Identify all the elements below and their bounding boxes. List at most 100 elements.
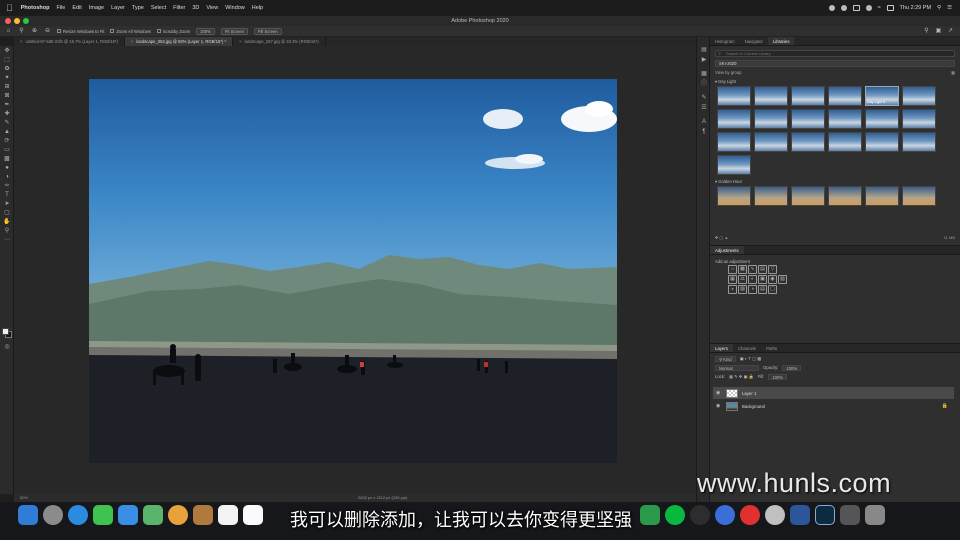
library-item[interactable]: [902, 109, 936, 129]
library-item[interactable]: [754, 86, 788, 106]
view-by-dropdown[interactable]: View by group: [715, 70, 741, 75]
library-select[interactable]: SKI-2020: [715, 60, 955, 67]
library-item[interactable]: [828, 86, 862, 106]
library-item[interactable]: [717, 132, 751, 152]
gradient-tool-icon[interactable]: ▩: [3, 156, 11, 163]
close-window-button[interactable]: [5, 18, 11, 24]
history-brush-tool-icon[interactable]: ⟳: [3, 138, 11, 145]
channel-mixer-icon[interactable]: ◉: [768, 275, 777, 284]
safari-icon[interactable]: [68, 505, 88, 525]
library-item[interactable]: [717, 109, 751, 129]
zoom-out-icon[interactable]: ⊖: [44, 28, 51, 35]
menu-type[interactable]: Type: [132, 5, 144, 11]
black-white-icon[interactable]: ◐: [748, 275, 757, 284]
library-item[interactable]: [865, 186, 899, 206]
zoom-all-checkbox[interactable]: Zoom All Windows: [110, 29, 151, 34]
word-icon[interactable]: [790, 505, 810, 525]
library-item[interactable]: [865, 109, 899, 129]
app-icon[interactable]: [765, 505, 785, 525]
search-icon[interactable]: ⚲: [923, 28, 930, 35]
library-item[interactable]: [754, 109, 788, 129]
zoom-100-button[interactable]: 100%: [196, 27, 215, 35]
eyedropper-tool-icon[interactable]: ✒: [3, 102, 11, 109]
menu-layer[interactable]: Layer: [111, 5, 125, 11]
shape-tool-icon[interactable]: ▢: [3, 210, 11, 217]
fill-screen-button[interactable]: Fill Screen: [253, 27, 282, 35]
crop-tool-icon[interactable]: ⊞: [3, 84, 11, 91]
paragraph-icon[interactable]: ¶: [700, 129, 708, 136]
tab-histogram[interactable]: Histogram: [710, 37, 740, 45]
layer-row[interactable]: ◉ Layer 1: [713, 387, 954, 399]
opacity-input[interactable]: 100%: [782, 364, 802, 371]
browser-icon[interactable]: [715, 505, 735, 525]
brightness-contrast-icon[interactable]: ☼: [728, 265, 737, 274]
mail-icon[interactable]: [118, 505, 138, 525]
status-icon[interactable]: [840, 5, 847, 11]
eye-icon[interactable]: ◉: [716, 390, 722, 396]
actions-icon[interactable]: ▶: [700, 57, 708, 64]
app-icon[interactable]: [640, 505, 660, 525]
zoom-readout[interactable]: 50%: [20, 494, 28, 502]
tab-navigator[interactable]: Navigator: [740, 37, 768, 45]
library-item[interactable]: [791, 186, 825, 206]
selective-color-icon[interactable]: ▢: [768, 285, 777, 294]
search-icon[interactable]: ⚲: [937, 5, 941, 11]
layer-row[interactable]: ◉ Background 🔒: [713, 400, 954, 412]
layer-kind-filter[interactable]: ⚲ Kind: [715, 355, 736, 362]
history-icon[interactable]: ▤: [700, 47, 708, 54]
group-heading-1[interactable]: ▾ Day Light: [715, 79, 955, 84]
brushes-icon[interactable]: ✎: [700, 95, 708, 102]
blur-tool-icon[interactable]: ●: [3, 165, 11, 172]
eye-icon[interactable]: ◉: [716, 403, 722, 409]
finder-icon[interactable]: [18, 505, 38, 525]
healing-brush-tool-icon[interactable]: ✚: [3, 111, 11, 118]
library-item[interactable]: [791, 86, 825, 106]
lock-icons[interactable]: ▦ ✎ ✥ ▣ 🔒: [729, 374, 754, 380]
frame-tool-icon[interactable]: ⊠: [3, 93, 11, 100]
battery-icon[interactable]: [886, 5, 894, 11]
close-icon[interactable]: ×: [20, 39, 22, 44]
vibrance-icon[interactable]: ▽: [768, 265, 777, 274]
hue-saturation-icon[interactable]: ▦: [728, 275, 737, 284]
foreground-color-swatch[interactable]: [2, 328, 9, 335]
tab-paths[interactable]: Paths: [761, 344, 782, 352]
invert-icon[interactable]: ◒: [728, 285, 737, 294]
levels-icon[interactable]: ▩: [738, 265, 747, 274]
tab-document-1[interactable]: × untitled-57-6d0-2cf5 @ 16.7% (Layer 1, …: [14, 37, 125, 46]
fill-input[interactable]: 100%: [768, 373, 788, 380]
library-item[interactable]: [791, 132, 825, 152]
reminders-icon[interactable]: [243, 505, 263, 525]
path-select-tool-icon[interactable]: ➤: [3, 201, 11, 208]
grid-view-icon[interactable]: ▦: [951, 70, 955, 75]
layer-name[interactable]: Background: [742, 404, 765, 409]
zoom-in-icon[interactable]: ⊕: [31, 28, 38, 35]
group-heading-2[interactable]: ▾ Golden Hour: [715, 179, 955, 184]
tab-libraries[interactable]: Libraries: [767, 37, 795, 45]
zoom-window-button[interactable]: [23, 18, 29, 24]
library-item[interactable]: [754, 132, 788, 152]
menu-file[interactable]: File: [56, 5, 65, 11]
library-item[interactable]: [902, 132, 936, 152]
menu-select[interactable]: Select: [151, 5, 166, 11]
add-content-icon[interactable]: ✚ ▢ ▲: [715, 235, 728, 243]
status-icon[interactable]: [865, 5, 872, 11]
library-item[interactable]: [828, 109, 862, 129]
davinci-icon[interactable]: [690, 505, 710, 525]
more-tools-icon[interactable]: ⋯: [3, 237, 11, 244]
info-icon[interactable]: ⓘ: [700, 81, 708, 88]
resize-windows-checkbox[interactable]: Resize Windows to Fit: [57, 29, 104, 34]
library-item[interactable]: [717, 155, 751, 175]
menu-view[interactable]: View: [206, 5, 218, 11]
library-item[interactable]: [717, 186, 751, 206]
posterize-icon[interactable]: ▨: [738, 285, 747, 294]
scrubby-zoom-checkbox[interactable]: Scrubby Zoom: [156, 29, 190, 34]
share-icon[interactable]: ↗: [947, 28, 954, 35]
dodge-tool-icon[interactable]: ◑: [3, 174, 11, 181]
brush-settings-icon[interactable]: ☰: [700, 105, 708, 112]
pen-tool-icon[interactable]: ✑: [3, 183, 11, 190]
library-search-input[interactable]: ⚲ Search in Current Library: [715, 50, 955, 57]
zoom-tool-icon[interactable]: ⚲: [18, 28, 25, 35]
maps-icon[interactable]: [143, 505, 163, 525]
tab-layers[interactable]: Layers: [710, 344, 733, 352]
close-icon[interactable]: ×: [131, 39, 133, 44]
